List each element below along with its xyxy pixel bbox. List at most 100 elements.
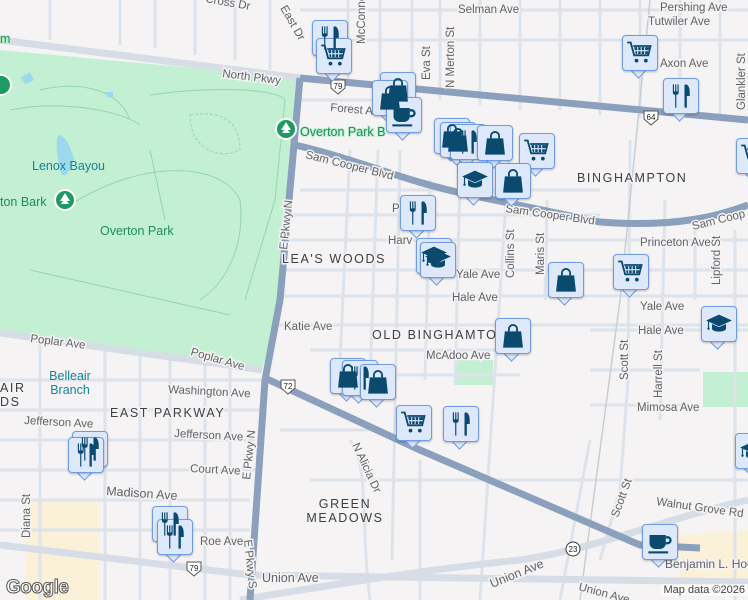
grocery-icon: [617, 258, 645, 286]
shopping-marker[interactable]: [548, 262, 584, 306]
svg-text:DS: DS: [0, 395, 21, 409]
school-icon: [424, 246, 452, 274]
coffee-icon: [390, 101, 418, 129]
svg-text:McConnell: McConnell: [356, 0, 368, 44]
neighborhood-label-green-meadows: GREEN MEADOWS: [306, 497, 384, 525]
svg-text:McAdoo Ave: McAdoo Ave: [426, 350, 490, 362]
grocery-icon: [740, 142, 748, 170]
svg-text:23: 23: [569, 545, 578, 554]
restaurant-icon: [404, 199, 432, 227]
svg-text:P: P: [392, 203, 400, 215]
marker-box: [457, 162, 493, 198]
restaurant-icon: [72, 441, 100, 469]
marker-box: [622, 35, 658, 71]
svg-text:Court Ave: Court Ave: [190, 463, 241, 478]
svg-text:72: 72: [284, 382, 293, 391]
svg-text:Glankler St: Glankler St: [736, 52, 748, 110]
grocery-icon: [523, 137, 551, 165]
svg-text:64: 64: [647, 113, 656, 122]
shopping-icon: [364, 368, 392, 396]
svg-text:Hale Ave: Hale Ave: [452, 292, 498, 304]
map-attribution[interactable]: Map data ©2026: [660, 584, 748, 596]
highway-shield-64: 64: [643, 110, 659, 126]
svg-text:Diana St: Diana St: [21, 493, 33, 538]
svg-text:Eva St: Eva St: [421, 45, 433, 80]
shopping-marker[interactable]: [495, 318, 531, 362]
svg-text:Mimosa Ave: Mimosa Ave: [637, 402, 699, 414]
park-area-2: [455, 360, 493, 385]
marker-box: [386, 97, 422, 133]
svg-text:Maris St: Maris St: [535, 232, 547, 275]
svg-text:N Alicia Dr: N Alicia Dr: [349, 441, 383, 495]
highway-shield-79-south: 79: [186, 561, 202, 577]
marker-box: [642, 524, 678, 560]
grocery-marker[interactable]: [316, 38, 352, 82]
coffee-icon: [646, 528, 674, 556]
overton-park-area: [0, 50, 298, 368]
marker-box: [477, 125, 513, 161]
shopping-icon: [499, 322, 527, 350]
school-marker[interactable]: [457, 162, 493, 206]
restaurant-marker[interactable]: [157, 519, 193, 563]
grocery-marker[interactable]: [736, 138, 748, 182]
svg-text:Lenox Bayou: Lenox Bayou: [32, 159, 105, 173]
school-marker[interactable]: [420, 242, 456, 286]
svg-text:Katie Ave: Katie Ave: [284, 321, 332, 333]
shopping-marker[interactable]: [495, 163, 531, 207]
shopping-icon: [481, 129, 509, 157]
svg-text:Union Ave: Union Ave: [577, 581, 631, 600]
marker-box: [157, 519, 193, 555]
coffee-marker[interactable]: [642, 524, 678, 568]
svg-text:Walnut Grove Rd: Walnut Grove Rd: [656, 496, 745, 520]
restaurant-icon: [447, 410, 475, 438]
marker-box: [548, 262, 584, 298]
restaurant-icon: [161, 523, 189, 551]
school-marker[interactable]: [701, 306, 737, 350]
shopping-icon: [552, 266, 580, 294]
svg-text:Harrell St: Harrell St: [653, 349, 665, 398]
marker-box: [735, 433, 748, 469]
svg-text:Overton Park B: Overton Park B: [300, 125, 385, 139]
svg-text:Pershing Ave: Pershing Ave: [660, 2, 728, 14]
svg-text:Washington Ave: Washington Ave: [168, 384, 251, 400]
svg-text:Yale Ave: Yale Ave: [640, 301, 684, 313]
restaurant-marker[interactable]: [663, 78, 699, 122]
svg-text:Lipford St: Lipford St: [711, 235, 723, 285]
svg-text:AIR: AIR: [0, 381, 26, 395]
svg-text:Cross Dr: Cross Dr: [204, 0, 251, 13]
marker-box: [495, 163, 531, 199]
svg-text:Collins St: Collins St: [505, 229, 517, 278]
grocery-marker[interactable]: [396, 405, 432, 449]
svg-text:Scott St: Scott St: [619, 339, 631, 380]
restaurant-marker[interactable]: [400, 195, 436, 239]
school-icon: [739, 437, 748, 465]
marker-box: [443, 406, 479, 442]
restaurant-icon: [667, 82, 695, 110]
svg-text:Overton Park: Overton Park: [100, 224, 174, 238]
coffee-marker[interactable]: [386, 97, 422, 141]
svg-text:Hale Ave: Hale Ave: [638, 325, 684, 337]
restaurant-icon: [454, 128, 482, 156]
svg-text:Union Ave: Union Ave: [262, 571, 319, 585]
restaurant-marker[interactable]: [443, 406, 479, 450]
grocery-icon: [626, 39, 654, 67]
svg-text:Selman Ave: Selman Ave: [458, 4, 519, 16]
svg-text:Roe Ave: Roe Ave: [200, 536, 243, 548]
grocery-marker[interactable]: [613, 254, 649, 298]
svg-text:N Merton St: N Merton St: [445, 26, 457, 88]
restaurant-marker[interactable]: [68, 437, 104, 481]
grocery-marker[interactable]: [622, 35, 658, 79]
school-marker[interactable]: [735, 433, 748, 477]
svg-text:Jefferson Ave: Jefferson Ave: [24, 415, 94, 431]
marker-box: [495, 318, 531, 354]
school-icon: [461, 166, 489, 194]
shopping-icon: [499, 167, 527, 195]
highway-shield-23: 23: [565, 541, 581, 557]
park-area-3: [703, 372, 748, 407]
marker-box: [663, 78, 699, 114]
svg-text:Tutwiler Ave: Tutwiler Ave: [648, 16, 710, 28]
shopping-marker[interactable]: [360, 364, 396, 408]
svg-text:LEA'S WOODS: LEA'S WOODS: [282, 252, 386, 266]
google-logo: Google: [5, 577, 69, 599]
svg-text:Scott St: Scott St: [610, 476, 635, 519]
